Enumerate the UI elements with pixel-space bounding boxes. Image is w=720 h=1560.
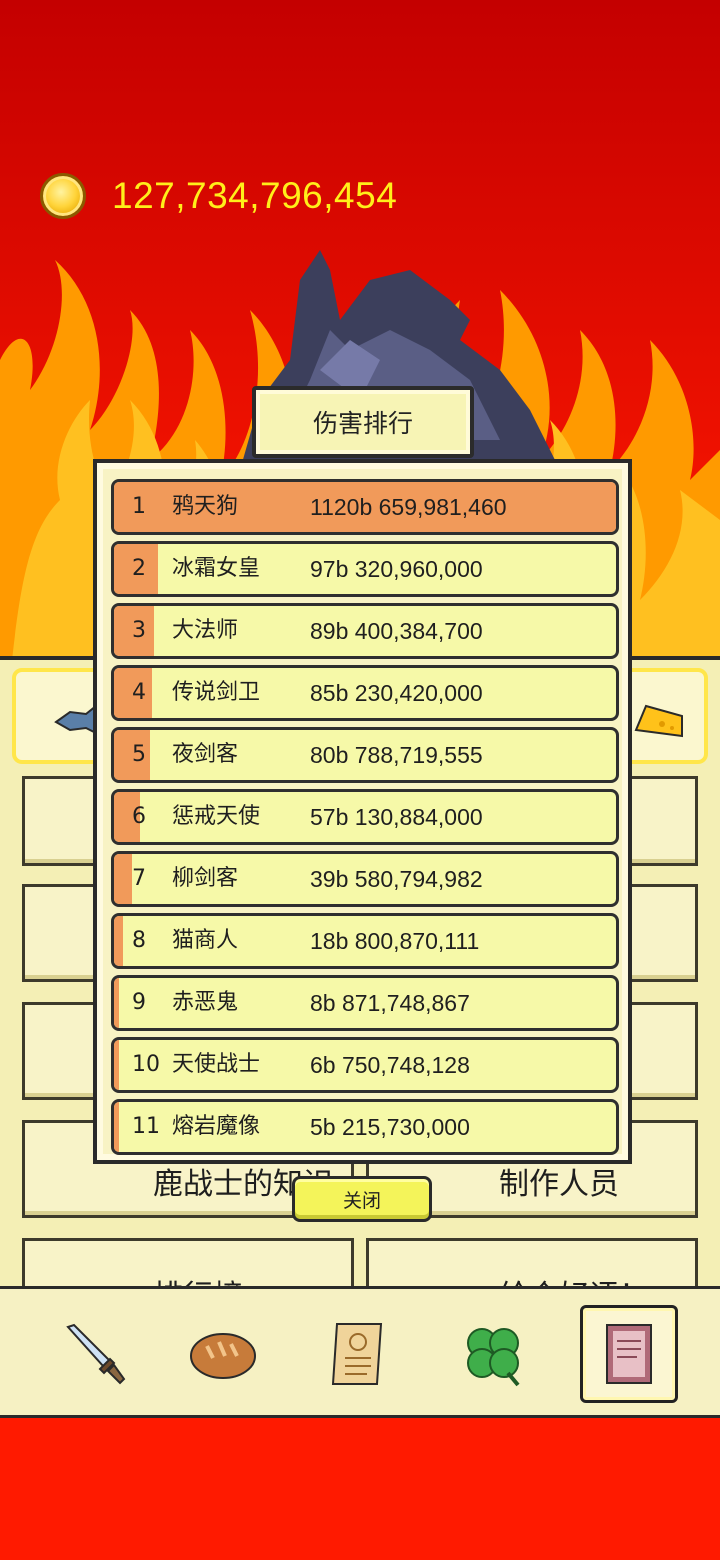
clover-icon [467,1328,520,1387]
damage-share-bar [114,1040,120,1090]
rank-number: 9 [132,990,146,1015]
hero-name: 柳剑客 [172,866,239,891]
ranking-list: 1 鸦天狗 1120b 659,981,460 2 冰霜女皇 97b 320,960,00… [111,479,619,1161]
rank-number: 10 [132,1052,160,1077]
scroll-icon [331,1323,383,1385]
coin-amount: 127,734,796,454 [112,175,398,216]
book-icon [606,1324,652,1384]
ranking-row: 5 夜剑客 80b 788,719,555 [111,727,619,783]
menu-cell-right-2[interactable] [622,884,698,982]
cheese-icon [634,704,683,738]
ranking-row: 4 传说剑卫 85b 230,420,000 [111,665,619,721]
rank-number: 2 [132,556,146,581]
rank-number: 4 [132,680,146,705]
hero-name: 猫商人 [172,928,239,953]
damage-share-bar [114,978,120,1028]
damage-ranking-popup: 1 鸦天狗 1120b 659,981,460 2 冰霜女皇 97b 320,960,00… [93,459,632,1164]
menu-item-label: 制作人员 [499,1167,619,1202]
ranking-row: 10 天使战士 6b 750,748,128 [111,1037,619,1093]
menu-cell-right-3[interactable] [622,1002,698,1100]
rank-number: 6 [132,804,146,829]
damage-share-bar [114,916,123,966]
damage-value: 85b 230,420,000 [310,680,483,706]
sword-icon [66,1323,126,1385]
rank-number: 8 [132,928,146,953]
hero-name: 熔岩魔像 [172,1114,261,1139]
damage-value: 8b 871,748,867 [310,990,470,1016]
bottom-background [0,1418,720,1560]
coin-counter: 127,734,796,454 [40,172,397,220]
hero-name: 天使战士 [172,1052,261,1077]
tab-sword[interactable] [46,1305,144,1403]
damage-value: 39b 580,794,982 [310,866,483,892]
hero-name: 夜剑客 [172,742,239,767]
damage-value: 97b 320,960,000 [310,556,483,582]
ranking-row: 11 熔岩魔像 5b 215,730,000 [111,1099,619,1155]
damage-value: 6b 750,748,128 [310,1052,470,1078]
damage-value: 80b 788,719,555 [310,742,483,768]
rank-number: 5 [132,742,146,767]
close-button[interactable]: 关闭 [292,1176,432,1222]
hero-name: 鸦天狗 [172,494,239,519]
damage-share-bar [114,854,132,904]
popup-title: 伤害排行 [252,386,474,458]
ranking-row: 2 冰霜女皇 97b 320,960,000 [111,541,619,597]
bread-icon [190,1333,256,1379]
ranking-row: 3 大法师 89b 400,384,700 [111,603,619,659]
tab-bread[interactable] [174,1305,272,1403]
coin-icon [40,173,86,219]
tab-clover[interactable] [444,1305,542,1403]
ranking-row: 1 鸦天狗 1120b 659,981,460 [111,479,619,535]
damage-value: 89b 400,384,700 [310,618,483,644]
bottom-tab-bar [0,1286,720,1418]
damage-value: 5b 215,730,000 [310,1114,470,1140]
hero-name: 惩戒天使 [172,804,261,829]
damage-value: 57b 130,884,000 [310,804,483,830]
menu-cell-left-3[interactable] [22,1002,98,1100]
tab-scroll[interactable] [310,1305,408,1403]
ranking-row: 9 赤恶鬼 8b 871,748,867 [111,975,619,1031]
menu-cell-left-2[interactable] [22,884,98,982]
menu-cell-left-1[interactable] [22,776,98,866]
ranking-row: 8 猫商人 18b 800,870,111 [111,913,619,969]
rank-number: 1 [132,494,146,519]
ranking-row: 6 惩戒天使 57b 130,884,000 [111,789,619,845]
damage-share-bar [114,1102,120,1152]
tab-book[interactable] [580,1305,678,1403]
rank-number: 11 [132,1114,160,1139]
damage-value: 18b 800,870,111 [310,928,480,954]
rank-number: 7 [132,866,146,891]
hero-name: 冰霜女皇 [172,556,261,581]
hero-name: 传说剑卫 [172,680,261,705]
rank-number: 3 [132,618,146,643]
ranking-row: 7 柳剑客 39b 580,794,982 [111,851,619,907]
hero-name: 赤恶鬼 [172,990,239,1015]
menu-cell-right-1[interactable] [622,776,698,866]
hero-name: 大法师 [172,618,239,643]
damage-value: 1120b 659,981,460 [310,494,507,520]
